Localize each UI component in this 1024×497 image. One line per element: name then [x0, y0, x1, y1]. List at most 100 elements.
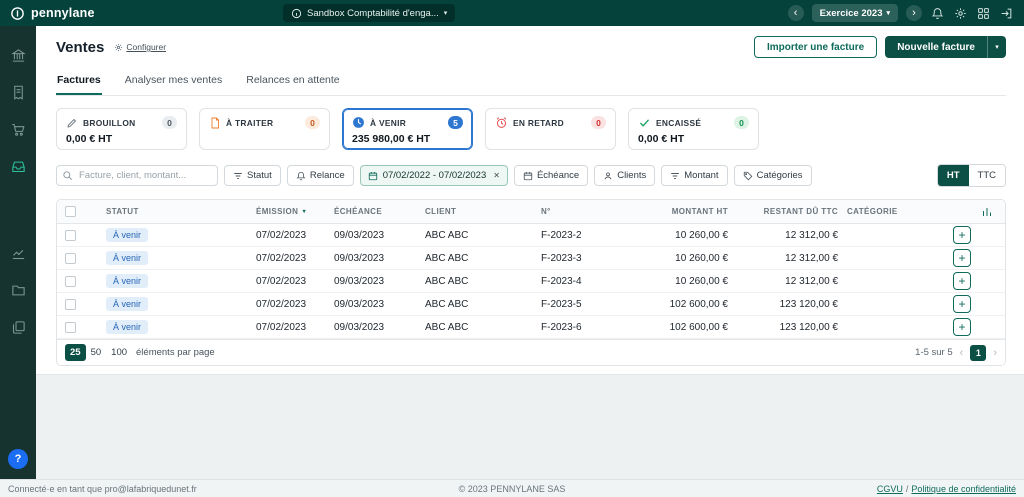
- add-category-button[interactable]: +: [953, 318, 971, 336]
- add-category-button[interactable]: +: [953, 249, 971, 267]
- column-settings-icon[interactable]: [932, 206, 1005, 218]
- table-row[interactable]: À venir 07/02/2023 09/03/2023 ABC ABC F-…: [57, 316, 1005, 339]
- table-row[interactable]: À venir 07/02/2023 09/03/2023 ABC ABC F-…: [57, 224, 1005, 247]
- tab-relances-en-attente[interactable]: Relances en attente: [245, 68, 340, 95]
- status-card-brouillon[interactable]: BROUILLON 0 0,00 € HT: [56, 108, 187, 150]
- bell-icon: [296, 171, 306, 181]
- page-size-25[interactable]: 25: [65, 344, 86, 361]
- sidebar-item-banking[interactable]: [0, 38, 36, 75]
- next-page-chevron-icon[interactable]: ›: [993, 347, 997, 359]
- emission-cell: 07/02/2023: [251, 253, 329, 264]
- filter-echeance-button[interactable]: Échéance: [514, 165, 588, 186]
- add-category-button[interactable]: +: [953, 272, 971, 290]
- notifications-bell-icon[interactable]: [930, 6, 945, 21]
- sidebar-item-analytics[interactable]: [0, 236, 36, 273]
- workspace-selector[interactable]: Sandbox Comptabilité d'enga... ▾: [283, 4, 455, 22]
- pencil-icon: [66, 117, 78, 129]
- privacy-policy-link[interactable]: Politique de confidentialité: [911, 484, 1016, 494]
- page-size-100[interactable]: 100: [106, 344, 132, 361]
- import-invoice-button[interactable]: Importer une facture: [754, 36, 877, 58]
- new-invoice-button[interactable]: Nouvelle facture: [885, 36, 987, 58]
- restant-du-cell: 123 120,00 €: [732, 299, 842, 310]
- col-echeance[interactable]: ÉCHÉANCE: [329, 207, 420, 216]
- restant-du-cell: 123 120,00 €: [732, 322, 842, 333]
- filter-categories-button[interactable]: Catégories: [734, 165, 812, 186]
- client-cell: ABC ABC: [420, 276, 536, 287]
- status-card-a-traiter[interactable]: À TRAITER 0: [199, 108, 330, 150]
- echeance-cell: 09/03/2023: [329, 276, 420, 287]
- toggle-ttc[interactable]: TTC: [969, 165, 1005, 186]
- select-all-checkbox[interactable]: [65, 206, 76, 217]
- date-range-filter-chip[interactable]: 07/02/2022 - 07/02/2023 ✕: [360, 165, 508, 186]
- pennylane-brand[interactable]: pennylane: [10, 6, 95, 21]
- pagination-range: 1-5 sur 5: [915, 347, 953, 358]
- table-row[interactable]: À venir 07/02/2023 09/03/2023 ABC ABC F-…: [57, 270, 1005, 293]
- filter-bar: Statut Relance 07/02/2022 - 07/02/2023 ✕…: [56, 164, 1006, 187]
- row-checkbox[interactable]: [65, 299, 76, 310]
- row-checkbox[interactable]: [65, 276, 76, 287]
- card-amount: 0,00 € HT: [638, 133, 749, 145]
- toggle-ht[interactable]: HT: [938, 165, 969, 186]
- numero-cell: F-2023-4: [536, 276, 646, 287]
- sidebar-item-sales[interactable]: [0, 149, 36, 186]
- close-icon[interactable]: ✕: [493, 171, 500, 180]
- configure-link[interactable]: Configurer: [114, 42, 166, 52]
- restant-du-cell: 12 312,00 €: [732, 230, 842, 241]
- prev-page-chevron-icon[interactable]: ‹: [960, 347, 964, 359]
- row-checkbox[interactable]: [65, 253, 76, 264]
- workspace-name: Sandbox Comptabilité d'enga...: [307, 8, 439, 19]
- apps-grid-icon[interactable]: [976, 6, 991, 21]
- tab-analyser-mes-ventes[interactable]: Analyser mes ventes: [124, 68, 223, 95]
- col-montant-ht[interactable]: MONTANT HT: [646, 207, 732, 216]
- check-icon: [638, 116, 651, 129]
- sidebar-item-documents[interactable]: [0, 310, 36, 347]
- col-emission[interactable]: ÉMISSION▼: [251, 207, 329, 216]
- numero-cell: F-2023-6: [536, 322, 646, 333]
- exercice-prev-button[interactable]: ‹: [788, 5, 804, 21]
- numero-cell: F-2023-3: [536, 253, 646, 264]
- filter-categories-label: Catégories: [757, 170, 803, 181]
- exercice-next-button[interactable]: ›: [906, 5, 922, 21]
- ht-ttc-toggle: HT TTC: [937, 164, 1006, 187]
- table-row[interactable]: À venir 07/02/2023 09/03/2023 ABC ABC F-…: [57, 293, 1005, 316]
- sidebar-item-clients[interactable]: [0, 273, 36, 310]
- row-checkbox[interactable]: [65, 322, 76, 333]
- sidebar-item-invoices[interactable]: [0, 75, 36, 112]
- status-card-encaisse[interactable]: ENCAISSÉ 0 0,00 € HT: [628, 108, 759, 150]
- col-restant-du[interactable]: RESTANT DÛ TTC: [732, 207, 842, 216]
- status-card-a-venir[interactable]: À VENIR 5 235 980,00 € HT: [342, 108, 473, 150]
- folder-icon: [11, 283, 26, 301]
- card-label: À TRAITER: [226, 118, 273, 128]
- add-category-button[interactable]: +: [953, 295, 971, 313]
- card-label: À VENIR: [370, 118, 406, 128]
- col-client[interactable]: CLIENT: [420, 207, 536, 216]
- col-numero[interactable]: N°: [536, 207, 646, 216]
- page-size-50[interactable]: 50: [86, 344, 107, 361]
- col-categorie[interactable]: CATÉGORIE: [842, 207, 932, 216]
- col-statut: STATUT: [101, 207, 251, 216]
- numero-cell: F-2023-2: [536, 230, 646, 241]
- settings-gear-icon[interactable]: [953, 6, 968, 21]
- per-page-label: éléments par page: [136, 347, 215, 358]
- current-page-button[interactable]: 1: [970, 345, 986, 361]
- new-invoice-caret-button[interactable]: ▾: [987, 36, 1006, 58]
- card-amount: 0,00 € HT: [66, 133, 177, 145]
- logout-icon[interactable]: [999, 6, 1014, 21]
- help-button[interactable]: ?: [8, 449, 28, 469]
- exercice-selector[interactable]: Exercice 2023 ▾: [812, 4, 898, 22]
- search-input[interactable]: [56, 165, 218, 186]
- row-checkbox[interactable]: [65, 230, 76, 241]
- status-card-en-retard[interactable]: EN RETARD 0: [485, 108, 616, 150]
- add-category-button[interactable]: +: [953, 226, 971, 244]
- configure-label: Configurer: [126, 42, 166, 52]
- table-row[interactable]: À venir 07/02/2023 09/03/2023 ABC ABC F-…: [57, 247, 1005, 270]
- restant-du-cell: 12 312,00 €: [732, 276, 842, 287]
- filter-montant-button[interactable]: Montant: [661, 165, 727, 186]
- filter-statut-button[interactable]: Statut: [224, 165, 281, 186]
- cgvu-link[interactable]: CGVU: [877, 484, 903, 494]
- sidebar-item-purchases[interactable]: [0, 112, 36, 149]
- tab-factures[interactable]: Factures: [56, 68, 102, 95]
- montant-ht-cell: 102 600,00 €: [646, 322, 732, 333]
- filter-clients-button[interactable]: Clients: [594, 165, 655, 186]
- filter-relance-button[interactable]: Relance: [287, 165, 354, 186]
